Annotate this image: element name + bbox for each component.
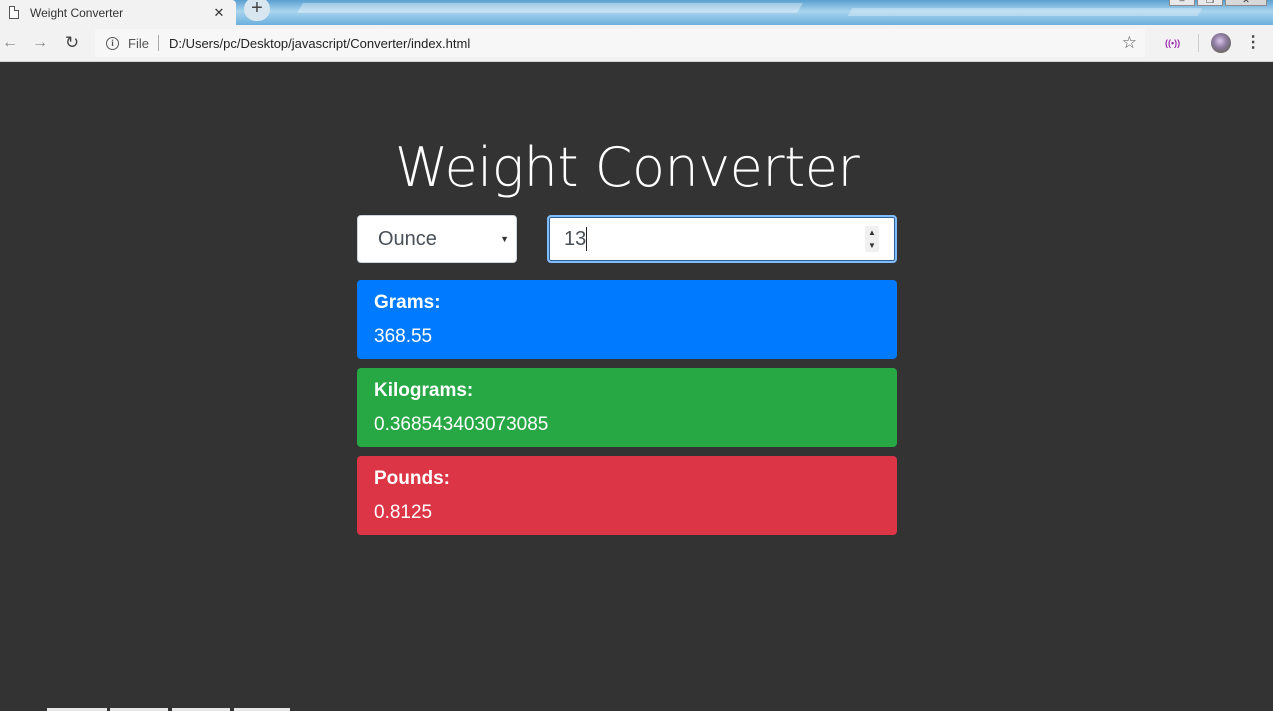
- page-icon: [9, 6, 19, 19]
- reload-icon[interactable]: ↻: [62, 33, 82, 53]
- window-controls: – ❐ ✕: [1169, 0, 1267, 6]
- pounds-card: Pounds: 0.8125: [357, 456, 897, 535]
- kilograms-card: Kilograms: 0.368543403073085: [357, 368, 897, 447]
- kebab-menu-icon[interactable]: ⋮: [1245, 35, 1261, 51]
- grams-label: Grams:: [374, 292, 441, 313]
- increment-icon[interactable]: ▲: [865, 226, 879, 239]
- info-icon[interactable]: i: [106, 36, 119, 50]
- taskbar-edge: [0, 707, 1273, 711]
- profile-avatar[interactable]: [1211, 33, 1232, 53]
- unit-select-value: Ounce: [378, 227, 437, 250]
- scheme-label: File: [128, 35, 149, 51]
- background-decoration: [297, 3, 803, 13]
- text-cursor: [586, 227, 587, 251]
- unit-select[interactable]: Ounce ▼: [357, 215, 517, 263]
- url-text[interactable]: D:/Users/pc/Desktop/javascript/Converter…: [169, 36, 1122, 51]
- tab-title: Weight Converter: [30, 5, 124, 20]
- decrement-icon[interactable]: ▼: [865, 239, 879, 252]
- divider: [1198, 34, 1200, 52]
- address-bar[interactable]: i File D:/Users/pc/Desktop/javascript/Co…: [95, 29, 1145, 57]
- weight-input[interactable]: ▲ ▼: [547, 215, 897, 263]
- grams-value: 368.55: [374, 326, 433, 347]
- weight-input-field[interactable]: [564, 227, 854, 251]
- pounds-value: 0.8125: [374, 502, 433, 523]
- number-spinner[interactable]: ▲ ▼: [865, 226, 879, 252]
- caret-down-icon: ▼: [500, 234, 509, 244]
- page-title: Weight Converter: [394, 136, 860, 199]
- bookmark-star-icon[interactable]: ☆: [1122, 33, 1137, 53]
- browser-tab[interactable]: Weight Converter ✕: [0, 0, 236, 25]
- pounds-label: Pounds:: [374, 468, 450, 489]
- back-arrow-icon[interactable]: ←: [0, 33, 20, 53]
- grams-card: Grams: 368.55: [357, 280, 897, 359]
- restore-button[interactable]: ❐: [1197, 0, 1223, 6]
- new-tab-button[interactable]: +: [244, 0, 270, 21]
- close-tab-icon[interactable]: ✕: [212, 5, 226, 21]
- tab-strip: Weight Converter ✕ + – ❐ ✕: [0, 0, 1273, 25]
- extension-broadcast-icon[interactable]: ((•)): [1165, 38, 1180, 48]
- forward-arrow-icon[interactable]: →: [30, 33, 50, 53]
- kilograms-label: Kilograms:: [374, 380, 474, 401]
- minimize-button[interactable]: –: [1169, 0, 1195, 6]
- background-decoration: [847, 8, 1203, 16]
- browser-toolbar: ← → ↻ i File D:/Users/pc/Desktop/javascr…: [0, 25, 1273, 62]
- page-content: Weight Converter Ounce ▼ ▲ ▼ Grams: 368.…: [0, 62, 1273, 711]
- kilograms-value: 0.368543403073085: [374, 414, 549, 435]
- close-window-button[interactable]: ✕: [1225, 0, 1267, 6]
- divider: [157, 35, 159, 51]
